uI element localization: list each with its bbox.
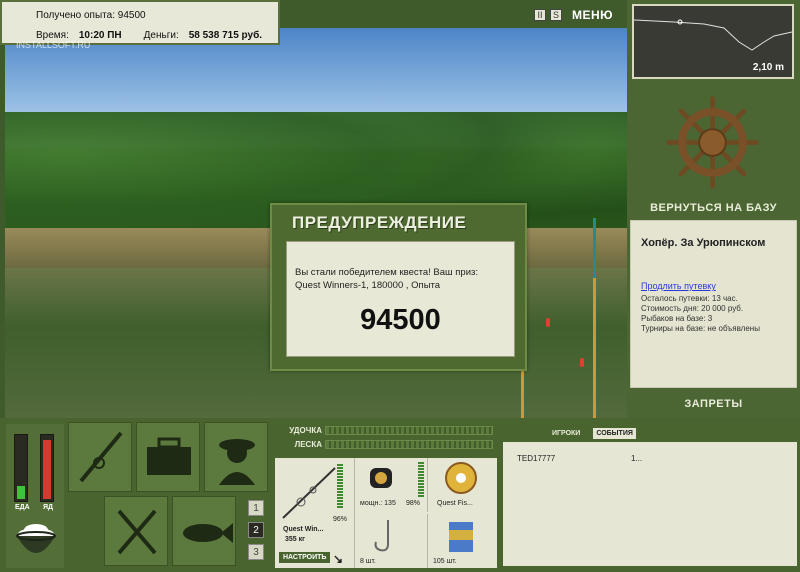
player-name[interactable]: TED17777 — [517, 454, 555, 463]
food-button[interactable] — [104, 496, 168, 566]
sound-icon[interactable]: S — [550, 9, 562, 21]
player-value: 1... — [631, 454, 643, 463]
ship-wheel-icon[interactable] — [665, 95, 760, 190]
warning-dialog[interactable]: ПРЕДУПРЕЖДЕНИЕ Вы стали победителем квес… — [270, 203, 527, 371]
food-label: ЕДА — [15, 504, 30, 511]
line-slot[interactable]: Quest Fis... — [429, 458, 497, 512]
float-1 — [546, 318, 550, 327]
setup-button[interactable]: НАСТРОИТЬ — [279, 552, 331, 563]
fish-icon — [183, 523, 233, 543]
experience-label: Получено опыта: — [36, 10, 115, 21]
line-tension-bar — [325, 440, 493, 449]
rod-weight: 355 кг — [285, 536, 306, 543]
players-tabs: ИГРОКИ СОБЫТИЯ — [549, 428, 636, 439]
reel-info: мощн.: 135 — [360, 500, 396, 507]
extend-permit-link[interactable]: Продлить путевку — [641, 281, 716, 291]
bottom-panel: ЕДА ЯД 1 2 3 УДОЧКА ЛЕСКА 96% Quest Win.… — [0, 418, 800, 572]
food-meter-fill — [17, 485, 25, 499]
gear-slots: 96% Quest Win... 355 кг НАСТРОИТЬ ↘ мощн… — [275, 458, 497, 568]
watermark: INSTALLSOFT.RU — [16, 40, 91, 50]
reel-percent: 98% — [406, 500, 421, 507]
players-list: TED17777 1... — [503, 442, 797, 566]
bans-button[interactable]: ЗАПРЕТЫ — [627, 398, 800, 410]
rod-slot[interactable]: 96% Quest Win... 355 кг НАСТРОИТЬ ↘ — [275, 458, 355, 568]
tackle-box-icon — [147, 437, 191, 475]
float-2 — [580, 358, 584, 367]
character-button[interactable] — [204, 422, 268, 492]
rod-tension-row: УДОЧКА — [275, 426, 493, 435]
bait-count: 105 шт. — [433, 558, 457, 565]
rod-durability-bar — [337, 464, 343, 508]
fishers-at-base: Рыбаков на базе: 3 — [641, 314, 713, 323]
slot-3-button[interactable]: 3 — [248, 544, 264, 560]
depth-map[interactable]: 2,10 m — [632, 4, 794, 79]
dialog-message-line2: Quest Winners-1, 180000 , Опыта — [295, 280, 441, 291]
fork-knife-icon — [117, 509, 157, 555]
return-to-base-button[interactable]: ВЕРНУТЬСЯ НА БАЗУ — [627, 202, 800, 214]
dialog-message: Вы стали победителем квеста! Ваш приз: Q… — [295, 266, 478, 292]
players-panel: ИГРОКИ СОБЫТИЯ TED17777 1... — [501, 422, 799, 568]
player-status-panel: Получено опыта: 94500 Время: 10:20 ПН Де… — [0, 0, 280, 45]
tackle-box-button[interactable] — [136, 422, 200, 492]
poison-label: ЯД — [43, 504, 54, 511]
top-controls: II S МЕНЮ — [534, 8, 613, 22]
reel-item-icon — [370, 468, 392, 488]
rod-name: Quest Win... — [283, 526, 324, 533]
hook-icon — [374, 520, 389, 552]
dialog-body: Вы стали победителем квеста! Ваш приз: Q… — [286, 241, 515, 357]
hook-slot[interactable]: 8 шт. — [356, 514, 428, 568]
day-cost: Стоимость дня: 20 000 руб. — [641, 304, 744, 313]
tab-events[interactable]: СОБЫТИЯ — [593, 428, 636, 439]
poison-meter-fill — [43, 439, 51, 499]
permit-remaining: Осталось путевки: 13 час. — [641, 294, 738, 303]
bait-slot[interactable]: 105 шт. — [429, 514, 497, 568]
pause-icon[interactable]: II — [534, 9, 546, 21]
slot-selector: 1 2 3 — [248, 500, 264, 560]
money-value: 58 538 715 руб. — [188, 30, 263, 41]
food-meter — [14, 434, 28, 502]
dialog-score: 94500 — [360, 304, 441, 336]
fishing-rod-icon — [79, 431, 123, 483]
rod-item-icon — [282, 467, 336, 519]
fisherman-icon — [219, 439, 255, 485]
line-spool-icon — [445, 462, 477, 494]
line-name: Quest Fis... — [437, 500, 473, 507]
status-meters: ЕДА ЯД — [6, 424, 64, 568]
right-sidebar: 2,10 m ВЕРНУТЬСЯ НА БАЗУ Хопёр. За Урюпи… — [627, 0, 800, 418]
rod-percent: 96% — [333, 516, 348, 523]
bait-can-icon — [449, 522, 473, 552]
dialog-title: ПРЕДУПРЕЖДЕНИЕ — [292, 213, 467, 232]
rods-tool-button[interactable] — [68, 422, 132, 492]
cooking-pot-icon[interactable] — [14, 520, 58, 562]
tab-players[interactable]: ИГРОКИ — [549, 428, 583, 439]
experience-value: 94500 — [117, 10, 146, 21]
tools-panel: 1 2 3 — [68, 422, 270, 568]
rod-tension-bar — [325, 426, 493, 435]
slot-1-button[interactable]: 1 — [248, 500, 264, 516]
poison-meter — [40, 434, 54, 502]
location-info: Хопёр. За Урюпинском Продлить путевку Ос… — [630, 220, 797, 388]
arrow-icon: ↘ — [333, 552, 344, 566]
rod-label: УДОЧКА — [289, 426, 322, 435]
catch-button[interactable] — [172, 496, 236, 566]
money-label: Деньги: — [143, 30, 179, 41]
location-title: Хопёр. За Урюпинском — [641, 237, 766, 249]
line-label: ЛЕСКА — [294, 440, 322, 449]
dialog-message-line1: Вы стали победителем квеста! Ваш приз: — [295, 267, 479, 278]
reel-durability-bar — [418, 462, 424, 498]
reel-slot[interactable]: мощн.: 135 98% — [356, 458, 428, 512]
hooks-count: 8 шт. — [360, 558, 376, 565]
line-tension-row: ЛЕСКА — [275, 440, 493, 449]
menu-button[interactable]: МЕНЮ — [572, 8, 613, 22]
tournaments-status: Турниры на базе: не объявлены — [641, 324, 760, 333]
gear-panel: УДОЧКА ЛЕСКА 96% Quest Win... 355 кг НАС… — [275, 422, 497, 568]
slot-2-button[interactable]: 2 — [248, 522, 264, 538]
depth-value: 2,10 m — [752, 62, 784, 73]
fishing-rod-2[interactable] — [593, 218, 596, 418]
